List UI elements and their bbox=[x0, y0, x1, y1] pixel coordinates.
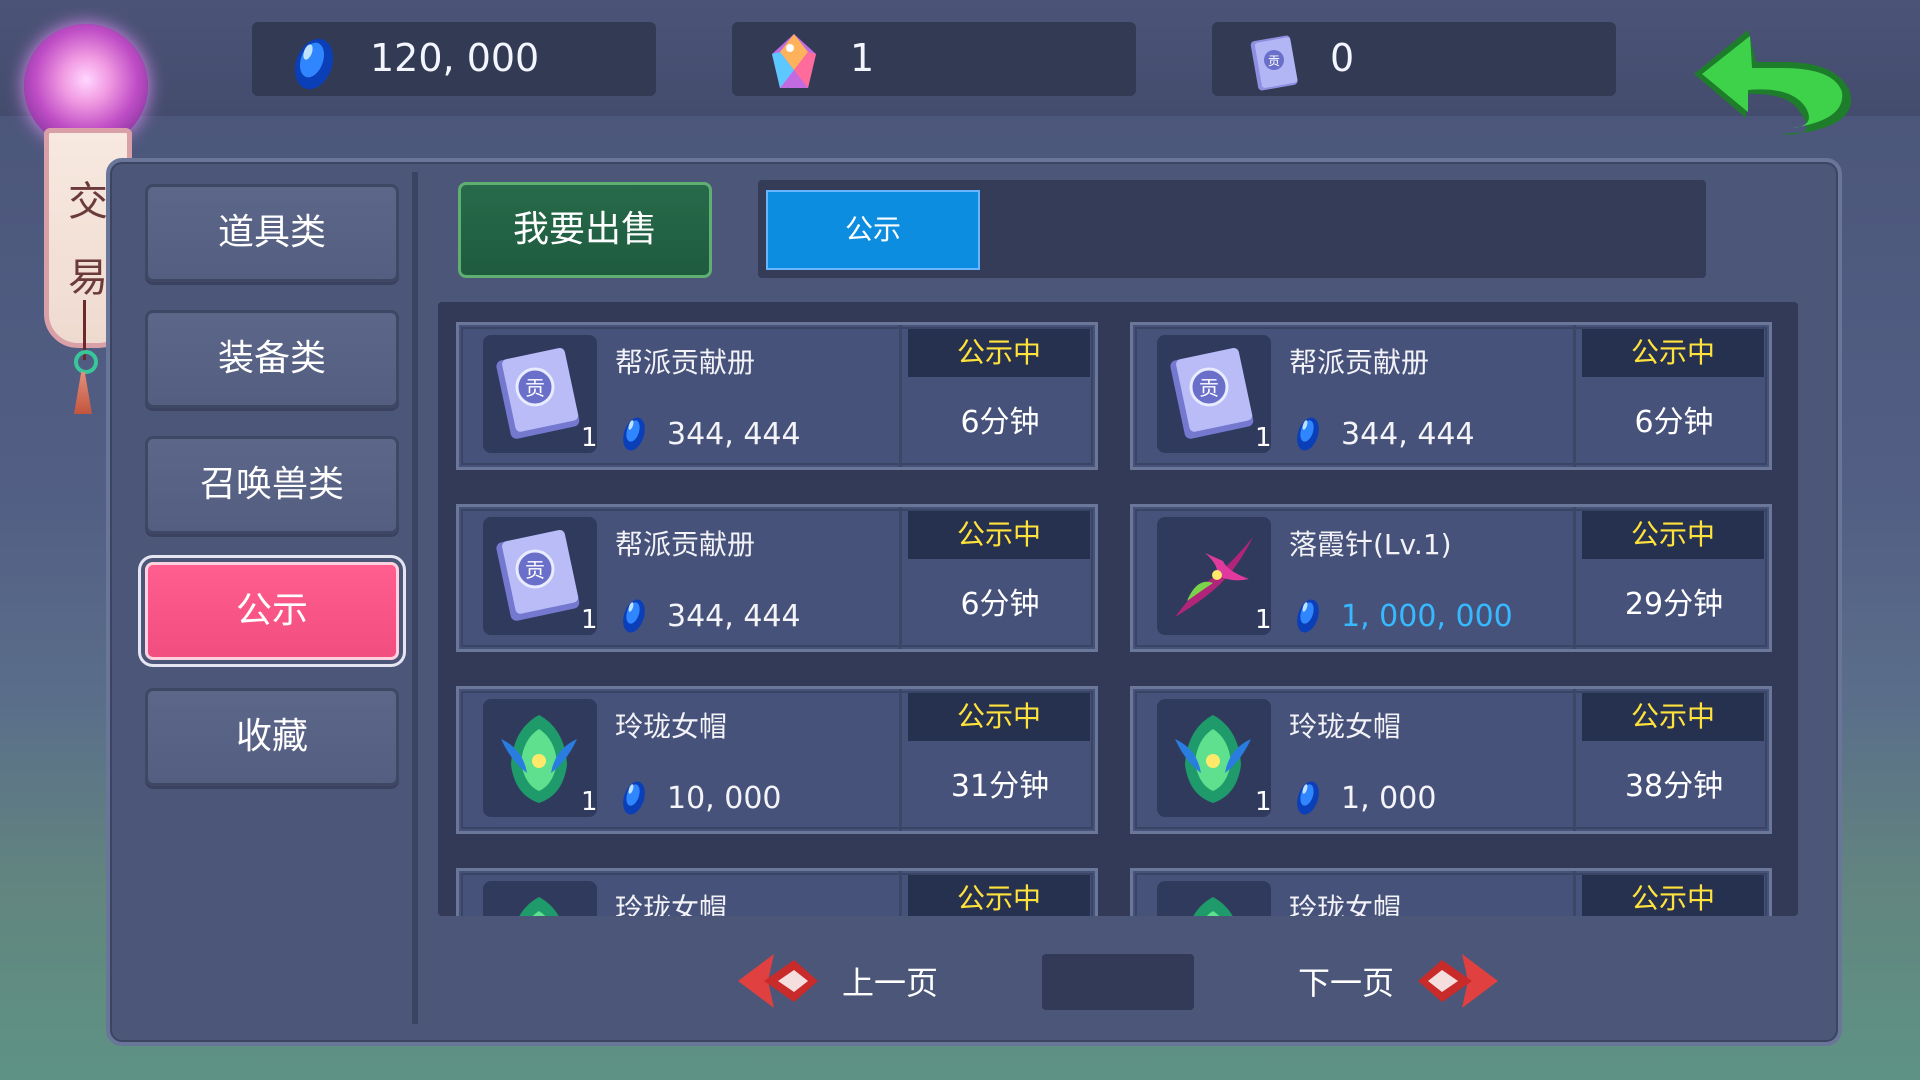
blue-gem-icon bbox=[619, 777, 649, 817]
jade-ring-icon bbox=[74, 350, 98, 374]
crystal-amount: 1 bbox=[850, 36, 875, 80]
time-remaining: 31分钟 bbox=[950, 769, 1050, 804]
status-column: 公示中 6分钟 bbox=[1573, 325, 1772, 467]
blue-gem-icon bbox=[619, 595, 649, 635]
item-name: 落霞针(Lv.1) bbox=[1289, 528, 1452, 561]
time-remaining: 6分钟 bbox=[960, 587, 1040, 622]
category-items-button[interactable]: 道具类 bbox=[145, 184, 399, 282]
svg-text:贡: 贡 bbox=[1268, 54, 1280, 68]
time-remaining: 38分钟 bbox=[1624, 769, 1724, 804]
blue-gem-icon bbox=[1293, 595, 1323, 635]
item-count: 1 bbox=[581, 605, 598, 635]
status-badge: 公示中 bbox=[908, 329, 1090, 377]
panel-divider bbox=[412, 172, 418, 1024]
time-remaining: 6分钟 bbox=[960, 405, 1040, 440]
category-publicity-button[interactable]: 公示 bbox=[145, 562, 399, 660]
resource-contribution: 贡 0 bbox=[1212, 22, 1616, 96]
svg-text:贡: 贡 bbox=[525, 376, 545, 400]
item-name: 玲珑女帽 bbox=[615, 710, 728, 743]
listing-card[interactable]: 玲珑女帽 公示中 bbox=[456, 868, 1098, 916]
contribution-book-icon: 贡 bbox=[1157, 335, 1271, 453]
listing-card[interactable]: 贡 1 帮派贡献册 344, 444 公示中 6分钟 bbox=[456, 504, 1098, 652]
category-favorites-button[interactable]: 收藏 bbox=[145, 688, 399, 786]
status-column: 公示中 6分钟 bbox=[899, 325, 1098, 467]
tab-publicity[interactable]: 公示 bbox=[766, 190, 980, 270]
category-equipment-button[interactable]: 装备类 bbox=[145, 310, 399, 408]
next-page-button[interactable]: 下一页 bbox=[1298, 958, 1394, 1004]
item-count: 1 bbox=[1255, 423, 1272, 453]
svg-text:贡: 贡 bbox=[1199, 376, 1219, 400]
status-badge: 公示中 bbox=[1582, 511, 1764, 559]
status-column: 公示中 29分钟 bbox=[1573, 507, 1772, 649]
time-remaining: 29分钟 bbox=[1624, 587, 1724, 622]
time-remaining: 6分钟 bbox=[1634, 405, 1714, 440]
item-count: 1 bbox=[1255, 787, 1272, 817]
listing-card[interactable]: 1 玲珑女帽 1, 000 公示中 38分钟 bbox=[1130, 686, 1772, 834]
item-count: 1 bbox=[581, 423, 598, 453]
listing-card[interactable]: 1 玲珑女帽 10, 000 公示中 31分钟 bbox=[456, 686, 1098, 834]
item-name: 帮派贡献册 bbox=[1289, 346, 1430, 379]
resource-gem: 120, 000 bbox=[252, 22, 656, 96]
item-price: 1, 000, 000 bbox=[1341, 599, 1513, 634]
status-column: 公示中 31分钟 bbox=[899, 689, 1098, 831]
status-badge: 公示中 bbox=[1582, 329, 1764, 377]
item-name: 帮派贡献册 bbox=[615, 346, 756, 379]
gem-amount: 120, 000 bbox=[370, 36, 540, 80]
blue-gem-icon bbox=[619, 413, 649, 453]
svg-text:贡: 贡 bbox=[525, 558, 545, 582]
status-column: 公示中 38分钟 bbox=[1573, 689, 1772, 831]
status-column: 公示中 bbox=[899, 871, 1098, 916]
crimson-needle-weapon-icon bbox=[1157, 517, 1271, 635]
item-name: 玲珑女帽 bbox=[615, 892, 728, 916]
category-summon-beast-button[interactable]: 召唤兽类 bbox=[145, 436, 399, 534]
item-price: 344, 444 bbox=[667, 417, 801, 452]
item-name: 帮派贡献册 bbox=[615, 528, 756, 561]
green-phoenix-hat-icon bbox=[483, 699, 597, 817]
contribution-book-icon: 贡 bbox=[1250, 35, 1298, 91]
item-price: 1, 000 bbox=[1341, 781, 1437, 816]
back-arrow-button[interactable] bbox=[1688, 22, 1858, 142]
status-column: 公示中 bbox=[1573, 871, 1772, 916]
resource-crystal: 1 bbox=[732, 22, 1136, 96]
status-badge: 公示中 bbox=[908, 693, 1090, 741]
status-badge: 公示中 bbox=[908, 511, 1090, 559]
rainbow-crystal-icon bbox=[772, 34, 816, 88]
blue-gem-icon bbox=[1293, 413, 1323, 453]
prev-page-button[interactable]: 上一页 bbox=[842, 958, 938, 1004]
status-badge: 公示中 bbox=[1582, 693, 1764, 741]
item-name: 玲珑女帽 bbox=[1289, 892, 1402, 916]
prev-page-arrow-icon[interactable] bbox=[734, 950, 818, 1012]
item-count: 1 bbox=[1255, 605, 1272, 635]
item-price: 344, 444 bbox=[667, 599, 801, 634]
blue-gem-icon bbox=[294, 38, 334, 90]
status-column: 公示中 6分钟 bbox=[899, 507, 1098, 649]
green-phoenix-hat-icon bbox=[1157, 881, 1271, 916]
page-indicator bbox=[1042, 954, 1194, 1010]
listing-card[interactable]: 贡 1 帮派贡献册 344, 444 公示中 6分钟 bbox=[456, 322, 1098, 470]
contribution-book-icon: 贡 bbox=[483, 517, 597, 635]
next-page-arrow-icon[interactable] bbox=[1418, 950, 1502, 1012]
listing-card[interactable]: 贡 1 帮派贡献册 344, 444 公示中 6分钟 bbox=[1130, 322, 1772, 470]
listing-card[interactable]: 1 落霞针(Lv.1) 1, 000, 000 公示中 29分钟 bbox=[1130, 504, 1772, 652]
listing-card[interactable]: 玲珑女帽 公示中 bbox=[1130, 868, 1772, 916]
item-price: 10, 000 bbox=[667, 781, 782, 816]
blue-gem-icon bbox=[1293, 777, 1323, 817]
contribution-amount: 0 bbox=[1330, 36, 1355, 80]
tassel-icon bbox=[74, 372, 92, 414]
green-phoenix-hat-icon bbox=[483, 881, 597, 916]
sell-button[interactable]: 我要出售 bbox=[458, 182, 712, 278]
listing-grid: 贡 1 帮派贡献册 344, 444 公示中 6分钟贡 1 帮派贡献册 344, 444 公示中 6… bbox=[438, 302, 1798, 916]
item-price: 344, 444 bbox=[1341, 417, 1475, 452]
status-badge: 公示中 bbox=[908, 875, 1090, 916]
green-phoenix-hat-icon bbox=[1157, 699, 1271, 817]
item-name: 玲珑女帽 bbox=[1289, 710, 1402, 743]
status-badge: 公示中 bbox=[1582, 875, 1764, 916]
contribution-book-icon: 贡 bbox=[483, 335, 597, 453]
item-count: 1 bbox=[581, 787, 598, 817]
